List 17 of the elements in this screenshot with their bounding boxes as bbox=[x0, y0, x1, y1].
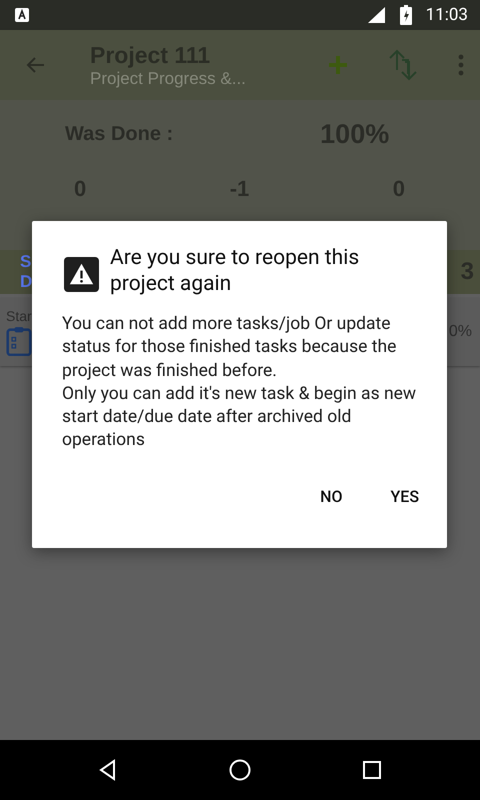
home-icon[interactable] bbox=[228, 758, 252, 782]
band-text: S bbox=[20, 252, 32, 272]
notification-icon bbox=[14, 7, 30, 23]
dialog-message: You can not add more tasks/job Or update status for those finished tasks because the project was finished before. Only you can add it's new task & begin as new start date/due date after archived old operations bbox=[62, 313, 418, 452]
signal-icon bbox=[366, 6, 386, 24]
battery-icon bbox=[400, 5, 412, 25]
dialog-button[interactable]: YES bbox=[372, 478, 437, 514]
add-icon[interactable] bbox=[326, 53, 350, 77]
band-text: D bbox=[20, 272, 32, 292]
warning-icon bbox=[64, 257, 99, 292]
dialog-title: Are you sure to reopen this project again bbox=[110, 245, 360, 297]
dialog-button[interactable]: NO bbox=[302, 478, 360, 514]
status-time: 11:03 bbox=[426, 5, 468, 25]
clipboard-icon bbox=[6, 326, 32, 356]
recents-icon[interactable] bbox=[360, 758, 384, 782]
app-bar-subtitle: Project Progress &... bbox=[90, 68, 247, 88]
more-icon[interactable] bbox=[458, 53, 464, 77]
